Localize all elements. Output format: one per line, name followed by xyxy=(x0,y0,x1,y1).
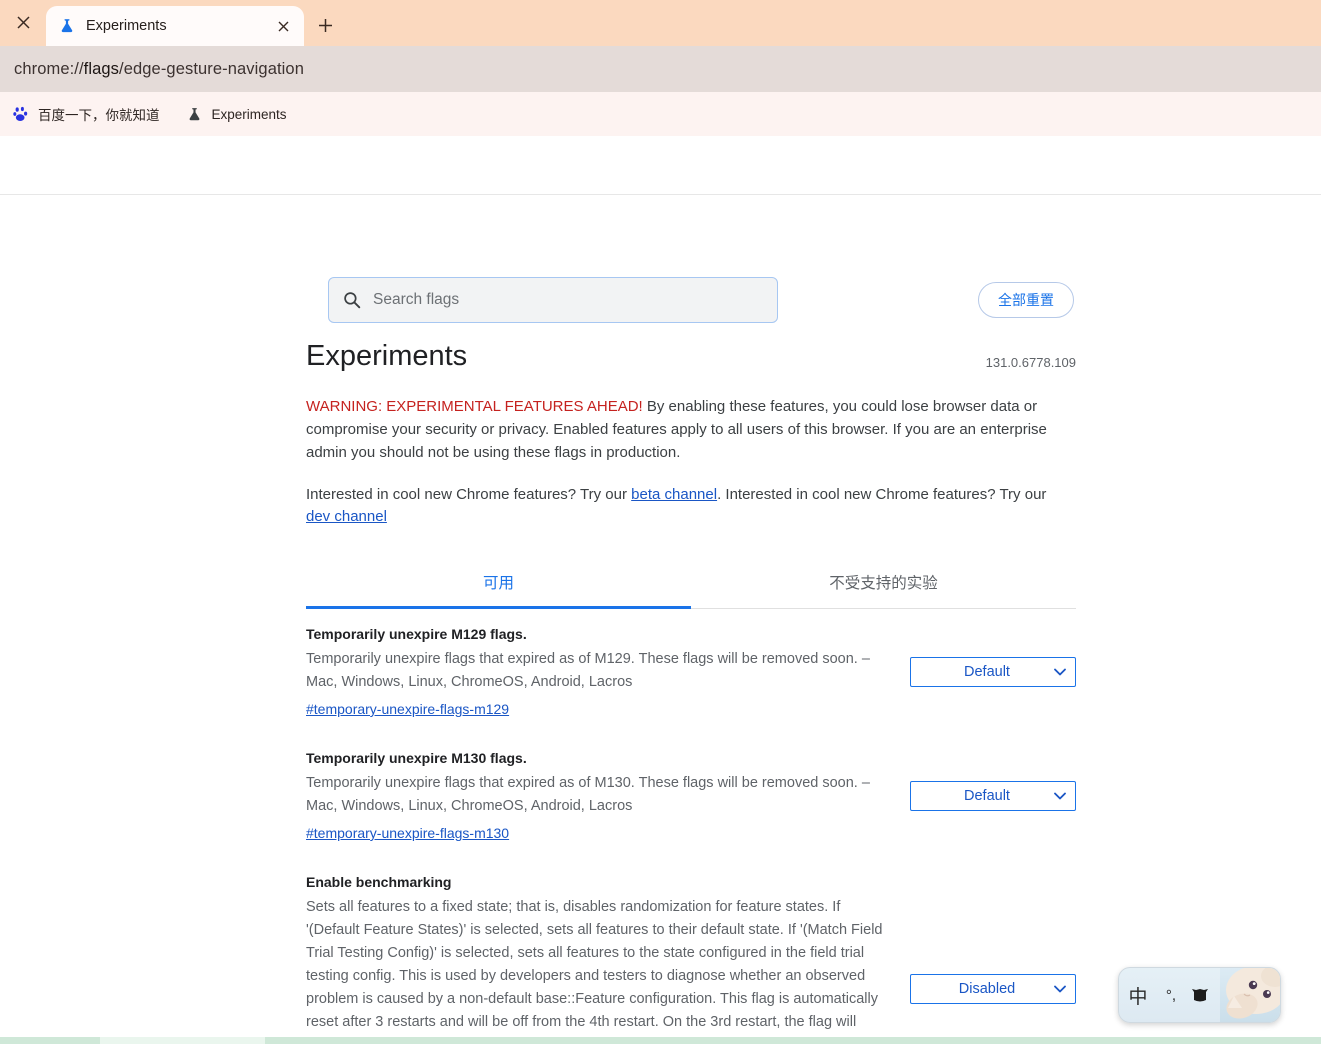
flag-title: Temporarily unexpire M129 flags. xyxy=(306,625,527,642)
bottom-bar-segment xyxy=(0,1037,100,1044)
tab-available[interactable]: 可用 xyxy=(306,558,691,609)
flag-description: Sets all features to a fixed state; that… xyxy=(306,898,883,1044)
dev-channel-link[interactable]: dev channel xyxy=(306,508,387,525)
bookmark-label: Experiments xyxy=(211,106,287,122)
new-tab-button[interactable] xyxy=(312,12,338,38)
flag-select-container: Default xyxy=(910,781,1076,812)
channels-text: Interested in cool new Chrome features? … xyxy=(306,484,1066,528)
ime-floating-toolbar[interactable]: 中 °, xyxy=(1118,967,1281,1023)
flag-info: Enable benchmarking Sets all features to… xyxy=(306,874,892,1044)
flag-row: Temporarily unexpire M130 flags. Tempora… xyxy=(306,733,1076,857)
channels-text-2: . Interested in cool new Chrome features… xyxy=(717,485,1047,503)
bookmark-label: 百度一下，你就知道 xyxy=(38,108,160,123)
flags-tabs: 可用 不受支持的实验 xyxy=(306,558,1076,609)
search-icon xyxy=(342,290,362,310)
flag-permalink[interactable]: #temporary-unexpire-flags-m129 xyxy=(306,701,509,717)
flag-select-container: Disabled xyxy=(910,974,1076,1005)
flag-info: Temporarily unexpire M129 flags. Tempora… xyxy=(306,626,892,719)
bookmark-item-baidu[interactable]: 百度一下，你就知道 xyxy=(8,101,164,127)
window-close-icon[interactable] xyxy=(12,11,34,33)
baidu-paw-icon xyxy=(12,106,29,123)
flag-description: Temporarily unexpire flags that expired … xyxy=(306,650,870,690)
flag-title: Temporarily unexpire M130 flags. xyxy=(306,749,527,766)
bottom-status-bar xyxy=(0,1034,1321,1044)
bottom-bar-segment xyxy=(265,1037,1321,1044)
address-bar-url: chrome://flags/edge-gesture-navigation xyxy=(14,59,304,78)
tab-title: Experiments xyxy=(86,18,167,34)
flag-select-container: Default xyxy=(910,657,1076,688)
warning-text: WARNING: EXPERIMENTAL FEATURES AHEAD! By… xyxy=(306,395,1066,464)
search-input[interactable] xyxy=(371,290,764,310)
browser-window: Experiments chrome://flags/edge-gesture-… xyxy=(0,0,1321,1044)
tab-close-icon[interactable] xyxy=(272,15,294,37)
bookmarks-bar: 百度一下，你就知道 Experiments xyxy=(0,92,1321,136)
flask-icon xyxy=(186,106,203,123)
search-flags-container[interactable] xyxy=(328,277,778,323)
title-row: Experiments 131.0.6778.109 xyxy=(306,340,1076,373)
tab-strip: Experiments xyxy=(0,0,1321,46)
channels-text-1: Interested in cool new Chrome features? … xyxy=(306,485,632,503)
flag-state-select[interactable]: Default xyxy=(910,657,1076,688)
flags-page: 全部重置 Experiments 131.0.6778.109 WARNING:… xyxy=(0,136,1321,1044)
flag-description: Temporarily unexpire flags that expired … xyxy=(306,774,870,814)
warning-prefix: WARNING: EXPERIMENTAL FEATURES AHEAD! xyxy=(306,397,643,415)
reset-all-button[interactable]: 全部重置 xyxy=(978,282,1074,318)
flask-icon xyxy=(58,17,76,35)
flag-state-select[interactable]: Default xyxy=(910,781,1076,812)
flag-title: Enable benchmarking xyxy=(306,873,452,890)
bottom-bar-segment xyxy=(100,1037,265,1044)
page-title: Experiments xyxy=(306,340,468,372)
version-label: 131.0.6778.109 xyxy=(985,354,1076,370)
cat-avatar-icon[interactable] xyxy=(1220,968,1280,1022)
flag-row: Enable benchmarking Sets all features to… xyxy=(306,857,1076,1044)
flag-info: Temporarily unexpire M130 flags. Tempora… xyxy=(306,750,892,843)
browser-tab-experiments[interactable]: Experiments xyxy=(46,6,304,46)
flag-row: Temporarily unexpire M129 flags. Tempora… xyxy=(306,609,1076,733)
flags-header-bar xyxy=(0,136,1321,195)
address-bar[interactable]: chrome://flags/edge-gesture-navigation xyxy=(0,46,1321,92)
flag-state-select[interactable]: Disabled xyxy=(910,974,1076,1005)
ime-shape-icon[interactable] xyxy=(1185,988,1215,1003)
ime-punctuation-button[interactable]: °, xyxy=(1157,987,1185,1004)
flag-permalink[interactable]: #temporary-unexpire-flags-m130 xyxy=(306,825,509,841)
bookmark-item-experiments[interactable]: Experiments xyxy=(182,103,291,126)
ime-language-mode-button[interactable]: 中 xyxy=(1119,982,1157,1009)
flags-content: Experiments 131.0.6778.109 WARNING: EXPE… xyxy=(306,340,1076,1044)
tab-unsupported[interactable]: 不受支持的实验 xyxy=(691,558,1076,608)
beta-channel-link[interactable]: beta channel xyxy=(631,486,717,503)
